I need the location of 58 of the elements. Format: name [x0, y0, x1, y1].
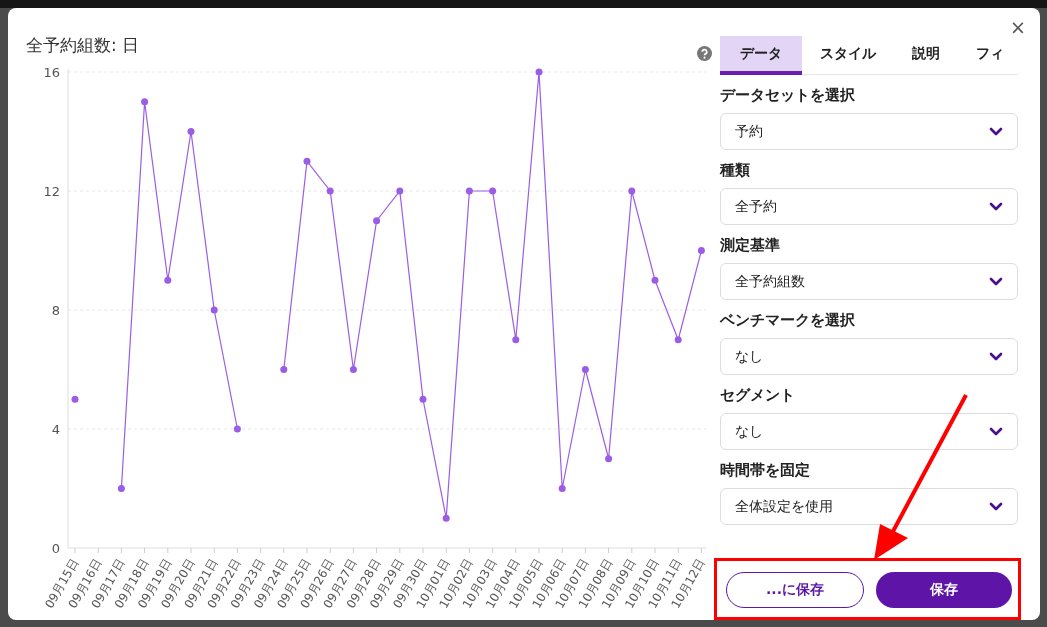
data-point: [210, 306, 218, 314]
field-label: データセットを選択: [720, 86, 855, 104]
data-point: [117, 485, 125, 492]
axis-tick-label: 12: [43, 184, 60, 199]
chevron-down-icon: [989, 352, 1003, 361]
save-button[interactable]: 保存: [876, 572, 1012, 608]
dropdown[interactable]: 全予約: [720, 188, 1018, 225]
data-point: [442, 514, 450, 522]
chevron-down-icon: [989, 277, 1003, 286]
data-point: [349, 366, 357, 373]
chart-title: 全予約組数: 日: [26, 34, 140, 57]
axis-tick-label: 16: [43, 65, 60, 80]
tab[interactable]: 説明: [894, 36, 958, 75]
data-point: [373, 217, 381, 225]
data-point: [628, 187, 636, 195]
data-point: [697, 247, 705, 254]
dropdown[interactable]: 全体設定を使用: [720, 488, 1018, 525]
chevron-down-icon: [989, 502, 1003, 511]
dropdown[interactable]: なし: [720, 413, 1018, 450]
data-point: [141, 98, 149, 106]
data-point: [233, 425, 241, 433]
axis-tick-label: 0: [51, 541, 60, 556]
data-point: [280, 366, 288, 373]
field-label: ベンチマークを選択: [720, 311, 855, 329]
data-point: [489, 187, 497, 195]
close-button[interactable]: ×: [1010, 16, 1026, 38]
data-point: [164, 276, 172, 284]
data-point: [326, 187, 334, 195]
tab[interactable]: フィ: [958, 36, 1004, 75]
data-point: [605, 455, 613, 463]
data-point: [512, 336, 520, 344]
data-point: [581, 366, 589, 373]
field-label: セグメント: [720, 386, 795, 404]
help-icon[interactable]: [697, 46, 712, 61]
save-as-button[interactable]: ...に保存: [726, 572, 864, 608]
tab[interactable]: スタイル: [802, 36, 894, 75]
dropdown[interactable]: 全予約組数: [720, 263, 1018, 300]
data-point: [465, 187, 473, 195]
chevron-down-icon: [989, 127, 1003, 136]
data-point: [558, 485, 566, 492]
dropdown[interactable]: 予約: [720, 113, 1018, 150]
field-label: 種類: [720, 161, 750, 179]
chevron-down-icon: [989, 427, 1003, 436]
chevron-down-icon: [989, 202, 1003, 211]
dropdown[interactable]: なし: [720, 338, 1018, 375]
data-point: [535, 68, 543, 76]
axis-tick-label: 4: [51, 422, 60, 437]
field-label: 測定基準: [720, 236, 780, 254]
tab[interactable]: データ: [720, 36, 802, 75]
data-point: [303, 157, 311, 165]
data-point: [71, 395, 79, 403]
axis-tick-label: 8: [51, 303, 60, 318]
data-point: [419, 395, 427, 403]
data-point: [396, 187, 404, 195]
data-point: [651, 276, 659, 284]
field-label: 時間帯を固定: [720, 461, 810, 479]
data-point: [187, 128, 195, 135]
data-point: [674, 336, 682, 344]
